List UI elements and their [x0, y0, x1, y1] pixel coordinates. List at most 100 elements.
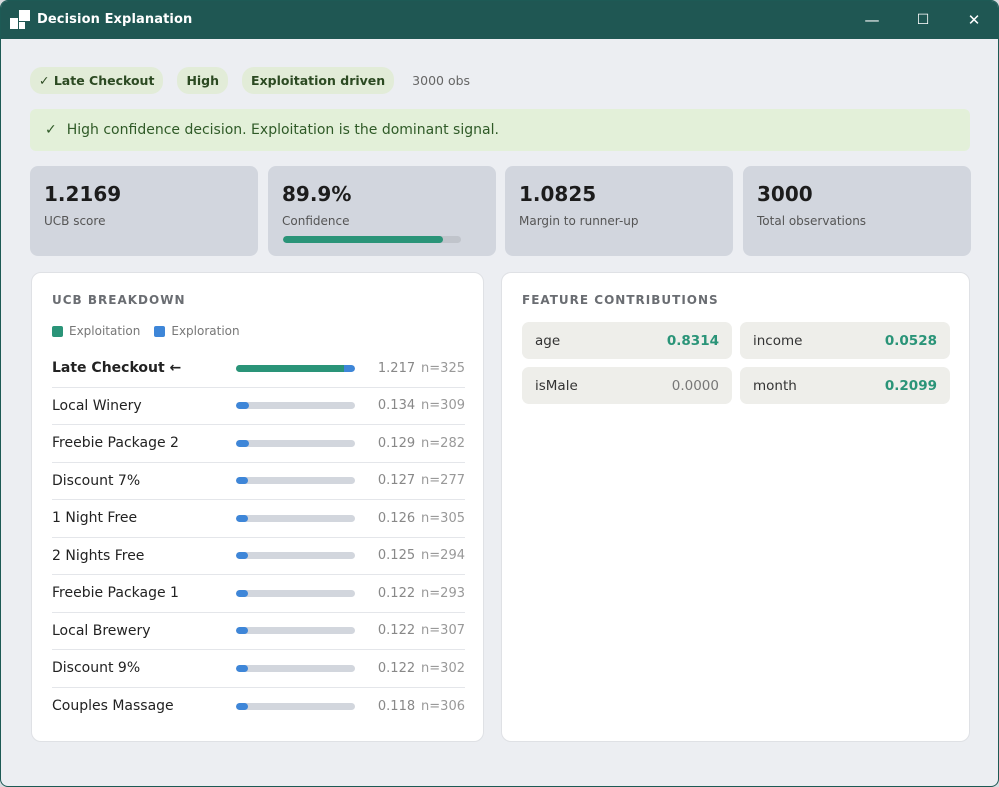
ucb-value: 0.126: [377, 510, 416, 526]
arm-name: Freebie Package 2: [52, 435, 179, 452]
ucb-row[interactable]: Local Winery 0.134 n=309: [52, 388, 465, 425]
stat-total-observations: 3000 Total observations: [743, 166, 971, 256]
ucb-row[interactable]: 1 Night Free 0.126 n=305: [52, 500, 465, 538]
observation-count: n=309: [421, 398, 465, 414]
ucb-row[interactable]: Local Brewery 0.122 n=307: [52, 613, 465, 650]
window-title: Decision Explanation: [37, 12, 193, 27]
confidence-progress-bar: [283, 236, 461, 243]
ucb-row[interactable]: Freebie Package 2 0.129 n=282: [52, 425, 465, 463]
feature-card-month: month 0.2099: [740, 367, 950, 404]
arm-name: Freebie Package 1: [52, 585, 179, 602]
ucb-bar: [235, 702, 356, 710]
ucb-bar: [235, 589, 356, 597]
stat-margin: 1.0825 Margin to runner-up: [505, 166, 733, 256]
arm-name: 1 Night Free: [52, 510, 138, 527]
observation-count: n=307: [421, 623, 465, 639]
ucb-row[interactable]: Late Checkout ← 1.217 n=325: [52, 350, 465, 388]
exploration-segment: [235, 477, 248, 485]
stat-ucb-score: 1.2169 UCB score: [30, 166, 258, 256]
feature-name: month: [753, 377, 797, 394]
feature-contributions-title: FEATURE CONTRIBUTIONS: [522, 293, 719, 307]
confidence-progress-fill: [283, 236, 444, 243]
arm-name: Couples Massage: [52, 698, 174, 715]
title-bar[interactable]: Decision Explanation — ☐ ✕: [1, 1, 998, 39]
stat-value: 1.0825: [519, 182, 597, 206]
chip-observations: 3000 obs: [412, 73, 471, 88]
check-icon: ✓: [45, 122, 57, 138]
ucb-value: 0.118: [377, 698, 416, 714]
feature-name: age: [535, 332, 561, 349]
ucb-row[interactable]: Couples Massage 0.118 n=306: [52, 688, 465, 726]
exploration-segment: [235, 702, 248, 710]
observation-count: n=305: [421, 510, 465, 526]
ucb-bar: [235, 664, 356, 672]
ucb-value: 0.122: [377, 623, 416, 639]
ucb-breakdown-title: UCB BREAKDOWN: [52, 293, 186, 307]
ucb-bar: [235, 514, 356, 522]
exploration-segment: [235, 552, 248, 560]
legend-label: Exploitation: [69, 324, 141, 338]
exploration-segment: [235, 439, 249, 447]
stat-label: UCB score: [44, 214, 106, 228]
ucb-bar: [235, 477, 356, 485]
stat-value: 89.9%: [282, 182, 352, 206]
arm-name: Local Winery: [52, 397, 142, 414]
confidence-banner: ✓ High confidence decision. Exploitation…: [30, 109, 970, 151]
observation-count: n=325: [421, 360, 465, 376]
ucb-row[interactable]: 2 Nights Free 0.125 n=294: [52, 538, 465, 575]
stat-confidence: 89.9% Confidence: [268, 166, 496, 256]
ucb-value: 0.125: [377, 548, 416, 564]
stat-label: Margin to runner-up: [519, 214, 639, 228]
arm-name: Local Brewery: [52, 622, 151, 639]
decision-explanation-window: Decision Explanation — ☐ ✕ ✓ Late Checko…: [0, 0, 999, 787]
feature-card-income: income 0.0528: [740, 322, 950, 359]
minimize-button[interactable]: —: [847, 1, 897, 39]
maximize-button[interactable]: ☐: [898, 1, 948, 39]
ucb-bar: [235, 439, 356, 447]
legend-exploration: Exploration: [154, 324, 240, 338]
ucb-value: 0.129: [377, 435, 416, 451]
app-icon: [10, 10, 30, 30]
feature-value: 0.0000: [671, 377, 719, 394]
feature-value: 0.2099: [884, 377, 937, 394]
ucb-bar: [235, 364, 356, 372]
ucb-row[interactable]: Discount 9% 0.122 n=302: [52, 650, 465, 688]
observation-count: n=294: [421, 548, 465, 564]
close-button[interactable]: ✕: [949, 1, 998, 39]
observation-count: n=306: [421, 698, 465, 714]
chip-selected-arm: ✓ Late Checkout: [30, 67, 164, 94]
arm-name: Late Checkout ←: [52, 360, 182, 377]
ucb-value: 0.134: [377, 398, 416, 414]
exploration-segment: [235, 514, 248, 522]
stat-label: Confidence: [282, 214, 350, 228]
feature-card-age: age 0.8314: [522, 322, 732, 359]
ucb-row[interactable]: Discount 7% 0.127 n=277: [52, 463, 465, 500]
ucb-legend: Exploitation Exploration: [52, 324, 240, 338]
exploration-segment: [235, 402, 249, 410]
feature-name: isMale: [535, 377, 578, 394]
stat-value: 3000: [757, 182, 813, 206]
ucb-row[interactable]: Freebie Package 1 0.122 n=293: [52, 575, 465, 613]
feature-card-ismale: isMale 0.0000: [522, 367, 732, 404]
ucb-bar: [235, 552, 356, 560]
ucb-value: 1.217: [377, 360, 416, 376]
ucb-breakdown-panel: UCB BREAKDOWN Exploitation Exploration L…: [31, 272, 484, 742]
arm-name: Discount 9%: [52, 660, 141, 677]
feature-value: 0.8314: [666, 332, 719, 349]
summary-chips: ✓ Late Checkout High Exploitation driven…: [30, 67, 479, 94]
arm-name: 2 Nights Free: [52, 547, 145, 564]
feature-name: income: [753, 332, 803, 349]
stat-label: Total observations: [757, 214, 867, 228]
ucb-value: 0.122: [377, 585, 416, 601]
exploitation-swatch: [52, 325, 63, 337]
arm-name: Discount 7%: [52, 472, 141, 489]
observation-count: n=302: [421, 660, 465, 676]
stat-value: 1.2169: [44, 182, 122, 206]
legend-exploitation: Exploitation: [52, 324, 140, 338]
ucb-value: 0.122: [377, 660, 416, 676]
feature-contributions-panel: FEATURE CONTRIBUTIONS age 0.8314 income 0.0…: [501, 272, 970, 742]
legend-label: Exploration: [171, 324, 240, 338]
exploitation-segment: [235, 364, 344, 372]
feature-value: 0.0528: [884, 332, 937, 349]
observation-count: n=282: [421, 435, 465, 451]
